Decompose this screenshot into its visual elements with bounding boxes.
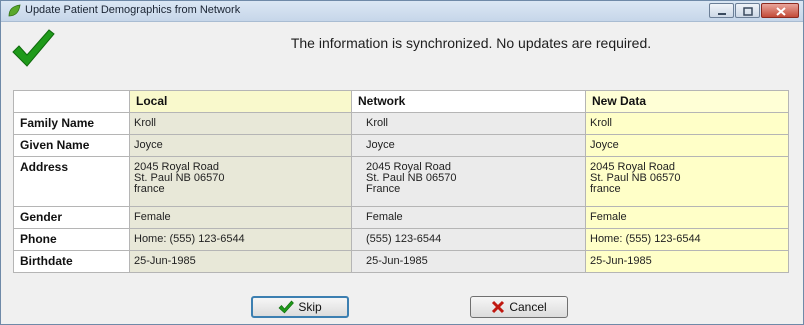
header-local[interactable]: Local: [129, 90, 352, 113]
table-row[interactable]: Gender Female Female Female: [13, 206, 789, 229]
minimize-icon: [718, 13, 726, 15]
dialog-body: The information is synchronized. No upda…: [1, 22, 803, 324]
table-row[interactable]: Phone Home: (555) 123-6544 (555) 123-654…: [13, 228, 789, 251]
close-button[interactable]: [761, 3, 799, 18]
status-message: The information is synchronized. No upda…: [290, 35, 652, 51]
address-line: france: [134, 183, 165, 195]
new-data-cell[interactable]: Joyce: [585, 134, 789, 157]
table-row[interactable]: Given Name Joyce Joyce Joyce: [13, 134, 789, 157]
network-cell[interactable]: 25-Jun-1985: [351, 250, 586, 273]
table-row[interactable]: Family Name Kroll Kroll Kroll: [13, 112, 789, 135]
table-header-row: Local Network New Data: [13, 90, 789, 113]
new-data-cell[interactable]: Kroll: [585, 112, 789, 135]
new-data-cell[interactable]: 2045 Royal Road St. Paul NB 06570 france: [585, 156, 789, 207]
dialog-window: Update Patient Demographics from Network…: [0, 0, 804, 325]
skip-button[interactable]: Skip: [251, 296, 349, 318]
local-cell[interactable]: 2045 Royal Road St. Paul NB 06570 france: [129, 156, 352, 207]
row-label: Phone: [13, 228, 130, 251]
table-row[interactable]: Birthdate 25-Jun-1985 25-Jun-1985 25-Jun…: [13, 250, 789, 273]
green-check-icon: [12, 29, 55, 67]
network-cell[interactable]: 2045 Royal Road St. Paul NB 06570 France: [351, 156, 586, 207]
local-cell[interactable]: Home: (555) 123-6544: [129, 228, 352, 251]
row-label: Address: [13, 156, 130, 207]
network-cell[interactable]: (555) 123-6544: [351, 228, 586, 251]
window-controls: [708, 3, 799, 19]
maximize-icon: [743, 7, 753, 16]
maximize-button[interactable]: [735, 3, 760, 18]
check-icon: [278, 300, 295, 314]
row-label: Birthdate: [13, 250, 130, 273]
network-cell[interactable]: Joyce: [351, 134, 586, 157]
header-new-data[interactable]: New Data: [585, 90, 789, 113]
demographics-table: Local Network New Data Family Name Kroll…: [13, 90, 789, 273]
leaf-app-icon: [8, 4, 21, 17]
row-label: Given Name: [13, 134, 130, 157]
local-cell[interactable]: Kroll: [129, 112, 352, 135]
header-corner: [13, 90, 130, 113]
local-cell[interactable]: Joyce: [129, 134, 352, 157]
window-title: Update Patient Demographics from Network: [25, 4, 241, 16]
cancel-button[interactable]: Cancel: [470, 296, 568, 318]
row-label: Gender: [13, 206, 130, 229]
address-line: St. Paul NB 06570: [134, 172, 225, 184]
red-x-icon: [492, 300, 505, 314]
title-bar[interactable]: Update Patient Demographics from Network: [1, 1, 803, 22]
cancel-button-label: Cancel: [509, 300, 547, 314]
network-cell[interactable]: Female: [351, 206, 586, 229]
address-line: France: [366, 183, 401, 195]
local-cell[interactable]: Female: [129, 206, 352, 229]
header-network[interactable]: Network: [351, 90, 586, 113]
row-label: Family Name: [13, 112, 130, 135]
local-cell[interactable]: 25-Jun-1985: [129, 250, 352, 273]
table-row[interactable]: Address 2045 Royal Road St. Paul NB 0657…: [13, 156, 789, 207]
skip-button-label: Skip: [298, 300, 322, 314]
minimize-button[interactable]: [709, 3, 734, 18]
new-data-cell[interactable]: 25-Jun-1985: [585, 250, 789, 273]
new-data-cell[interactable]: Home: (555) 123-6544: [585, 228, 789, 251]
new-data-cell[interactable]: Female: [585, 206, 789, 229]
network-cell[interactable]: Kroll: [351, 112, 586, 135]
close-icon: [776, 7, 786, 16]
address-line: france: [590, 183, 621, 195]
